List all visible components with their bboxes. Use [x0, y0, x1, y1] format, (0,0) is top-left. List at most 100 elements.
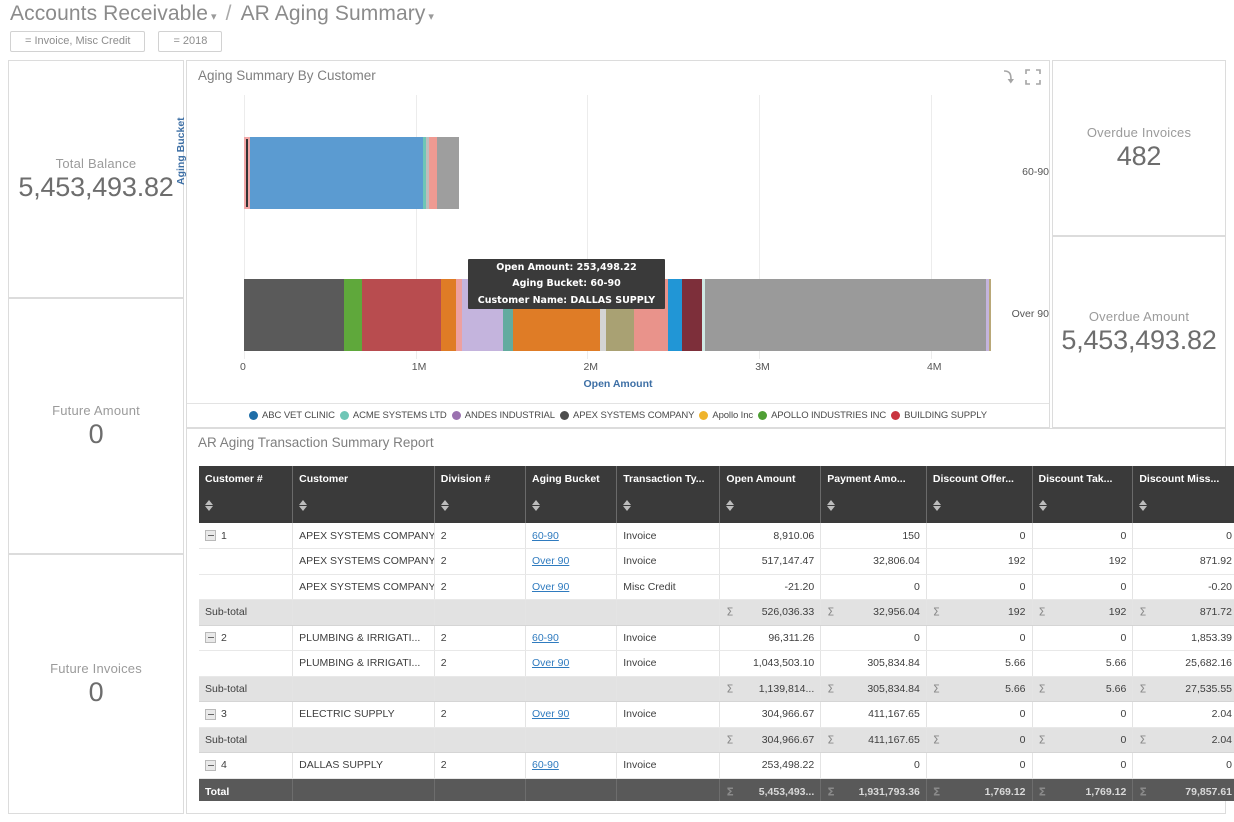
- sort-toggle-icon[interactable]: [623, 500, 632, 516]
- legend-item[interactable]: APOLLO INDUSTRIES INC: [758, 410, 886, 421]
- aging-bucket-cell[interactable]: Over 90: [525, 651, 616, 677]
- customer-number-cell[interactable]: 2: [199, 625, 293, 651]
- kpi-card-total-balance[interactable]: Total Balance 5,453,493.82: [8, 60, 184, 298]
- sort-toggle-icon[interactable]: [933, 500, 942, 516]
- aging-bucket-link[interactable]: Over 90: [532, 555, 569, 567]
- aging-bucket-link[interactable]: Over 90: [532, 657, 569, 669]
- legend-item[interactable]: ACME SYSTEMS LTD: [340, 410, 447, 421]
- customer-number-cell[interactable]: 3: [199, 702, 293, 728]
- filter-chip-transaction-type[interactable]: = Invoice, Misc Credit: [10, 31, 145, 52]
- kpi-value: 482: [1117, 141, 1161, 172]
- kpi-card-future-amount[interactable]: Future Amount 0: [8, 298, 184, 554]
- bar-segment[interactable]: [437, 137, 459, 209]
- kpi-card-future-invoices[interactable]: Future Invoices 0: [8, 554, 184, 814]
- bar-segment[interactable]: [250, 137, 423, 209]
- legend-label: ABC VET CLINIC: [262, 410, 335, 421]
- subtotal-taken: Σ0: [1032, 727, 1133, 753]
- sort-toggle-icon[interactable]: [827, 500, 836, 516]
- aging-bucket-link[interactable]: 60-90: [532, 759, 559, 771]
- aging-bucket-link[interactable]: 60-90: [532, 632, 559, 644]
- filter-chip-year[interactable]: = 2018: [158, 31, 222, 52]
- sort-toggle-icon[interactable]: [726, 500, 735, 516]
- chart-panel: Aging Summary By Customer Aging Bucket 6…: [186, 60, 1050, 428]
- column-header-label: Discount Tak...: [1039, 473, 1113, 485]
- column-header[interactable]: Transaction Ty...: [617, 466, 720, 523]
- sort-toggle-icon[interactable]: [205, 500, 214, 516]
- column-header[interactable]: Payment Amo...: [821, 466, 927, 523]
- collapse-toggle-icon[interactable]: [205, 632, 216, 643]
- aging-bucket-cell[interactable]: Over 90: [525, 574, 616, 600]
- caret-down-icon[interactable]: ▾: [428, 10, 434, 23]
- customer-number-cell[interactable]: [199, 549, 293, 575]
- table-row[interactable]: 1APEX SYSTEMS COMPANY260-90Invoice8,910.…: [199, 523, 1234, 549]
- bar-segment[interactable]: [344, 279, 362, 351]
- aging-bucket-cell[interactable]: 60-90: [525, 753, 616, 779]
- bar-segment[interactable]: [429, 137, 437, 209]
- customer-number-cell[interactable]: 1: [199, 523, 293, 549]
- customer-number-cell[interactable]: [199, 574, 293, 600]
- column-header[interactable]: Customer #: [199, 466, 293, 523]
- bar-segment[interactable]: [244, 279, 344, 351]
- legend-color-swatch: [560, 411, 569, 420]
- sum-icon: Σ: [933, 733, 940, 746]
- legend-item[interactable]: APEX SYSTEMS COMPANY: [560, 410, 694, 421]
- aging-bucket-cell[interactable]: 60-90: [525, 625, 616, 651]
- customer-number-cell[interactable]: 4: [199, 753, 293, 779]
- bar-segment[interactable]: [705, 279, 986, 351]
- table-row[interactable]: APEX SYSTEMS COMPANY2Over 90Misc Credit-…: [199, 574, 1234, 600]
- legend-item[interactable]: Apollo Inc: [699, 410, 753, 421]
- bar-segment[interactable]: [682, 279, 702, 351]
- aging-bucket-cell[interactable]: 60-90: [525, 523, 616, 549]
- bar-segment[interactable]: [362, 279, 441, 351]
- bar-segment[interactable]: [441, 279, 455, 351]
- table-row[interactable]: 3ELECTRIC SUPPLY2Over 90Invoice304,966.6…: [199, 702, 1234, 728]
- breadcrumb-item-module[interactable]: Accounts Receivable▾: [10, 2, 217, 25]
- bar-segment[interactable]: [989, 279, 991, 351]
- bar-segment[interactable]: [668, 279, 682, 351]
- ar-aging-table: Customer #CustomerDivision #Aging Bucket…: [199, 466, 1234, 801]
- column-header[interactable]: Aging Bucket: [525, 466, 616, 523]
- aging-bucket-link[interactable]: Over 90: [532, 581, 569, 593]
- customer-number-cell[interactable]: [199, 651, 293, 677]
- discount-taken-cell: 0: [1032, 625, 1133, 651]
- breadcrumb-item-report[interactable]: AR Aging Summary▾: [241, 2, 434, 25]
- total-offered: Σ1,769.12: [926, 778, 1032, 801]
- column-header[interactable]: Discount Miss...: [1133, 466, 1234, 523]
- sort-toggle-icon[interactable]: [1039, 500, 1048, 516]
- column-header[interactable]: Customer: [293, 466, 435, 523]
- aging-bucket-link[interactable]: 60-90: [532, 530, 559, 542]
- column-header[interactable]: Division #: [434, 466, 525, 523]
- open-amount-cell: 304,966.67: [720, 702, 821, 728]
- kpi-card-overdue-amount[interactable]: Overdue Amount 5,453,493.82: [1052, 236, 1226, 428]
- aging-bucket-link[interactable]: Over 90: [532, 708, 569, 720]
- table-row[interactable]: PLUMBING & IRRIGATI...2Over 90Invoice1,0…: [199, 651, 1234, 677]
- aging-bucket-cell[interactable]: Over 90: [525, 549, 616, 575]
- table-row[interactable]: 4DALLAS SUPPLY260-90Invoice253,498.22000…: [199, 753, 1234, 779]
- sort-toggle-icon[interactable]: [532, 500, 541, 516]
- sort-toggle-icon[interactable]: [1139, 500, 1148, 516]
- collapse-toggle-icon[interactable]: [205, 709, 216, 720]
- table-row[interactable]: APEX SYSTEMS COMPANY2Over 90Invoice517,1…: [199, 549, 1234, 575]
- sort-toggle-icon[interactable]: [441, 500, 450, 516]
- bar-60-90[interactable]: [244, 137, 459, 209]
- aging-bucket-cell[interactable]: Over 90: [525, 702, 616, 728]
- sum-icon: Σ: [1039, 606, 1046, 619]
- x-tick-label: 3M: [755, 361, 770, 373]
- column-header[interactable]: Open Amount: [720, 466, 821, 523]
- fullscreen-icon[interactable]: [1025, 69, 1041, 85]
- caret-down-icon[interactable]: ▾: [211, 10, 217, 23]
- collapse-toggle-icon[interactable]: [205, 530, 216, 541]
- y-tick-label: 60-90: [998, 166, 1049, 178]
- kpi-label: Overdue Invoices: [1087, 125, 1191, 140]
- drill-down-icon[interactable]: [1000, 69, 1016, 85]
- table-row[interactable]: 2PLUMBING & IRRIGATI...260-90Invoice96,3…: [199, 625, 1234, 651]
- column-header[interactable]: Discount Offer...: [926, 466, 1032, 523]
- legend-item[interactable]: BUILDING SUPPLY: [891, 410, 987, 421]
- collapse-toggle-icon[interactable]: [205, 760, 216, 771]
- sort-toggle-icon[interactable]: [299, 500, 308, 516]
- kpi-card-overdue-invoices[interactable]: Overdue Invoices 482: [1052, 60, 1226, 236]
- legend-item[interactable]: ANDES INDUSTRIAL: [452, 410, 555, 421]
- column-header[interactable]: Discount Tak...: [1032, 466, 1133, 523]
- sum-icon: Σ: [827, 682, 834, 695]
- legend-item[interactable]: ABC VET CLINIC: [249, 410, 335, 421]
